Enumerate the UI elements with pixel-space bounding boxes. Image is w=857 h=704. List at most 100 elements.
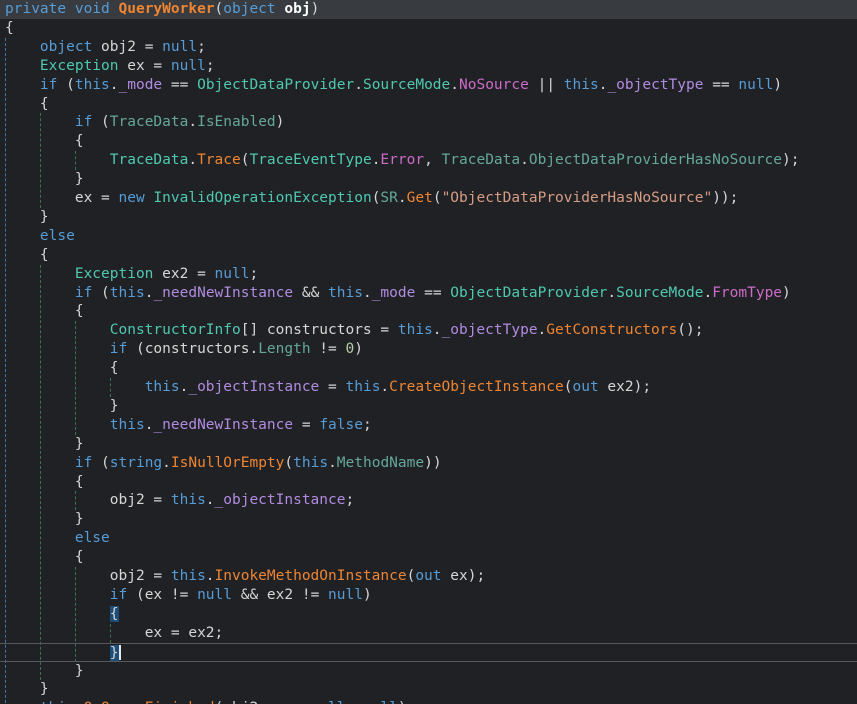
code-line[interactable]: Exception ex = null; bbox=[0, 57, 857, 76]
code-token-plain: ( bbox=[57, 77, 74, 93]
code-token-method: CreateObjectInstance bbox=[389, 379, 564, 395]
code-line[interactable]: ex = ex2; bbox=[0, 624, 857, 643]
code-line[interactable]: obj2 = this._objectInstance; bbox=[0, 491, 857, 510]
code-line[interactable]: { bbox=[0, 548, 857, 567]
code-token-plain: ex2); bbox=[599, 379, 651, 395]
code-line[interactable]: } bbox=[0, 643, 857, 662]
code-line[interactable]: else bbox=[0, 529, 857, 548]
code-token-plain: , bbox=[424, 152, 441, 168]
code-token-type: SourceMode bbox=[616, 285, 703, 301]
code-token-plain: ex = bbox=[75, 190, 119, 206]
code-line[interactable]: } bbox=[0, 170, 857, 189]
code-token-plain: ) bbox=[782, 285, 791, 301]
code-line[interactable]: } bbox=[0, 208, 857, 227]
code-line[interactable]: TraceData.Trace(TraceEventType.Error, Tr… bbox=[0, 151, 857, 170]
code-token-plain: != bbox=[311, 341, 346, 357]
code-line[interactable]: { bbox=[0, 473, 857, 492]
code-token-keyword: object bbox=[40, 39, 92, 55]
code-line[interactable]: { bbox=[0, 132, 857, 151]
code-token-keyword: if bbox=[75, 285, 92, 301]
code-token-field: _objectInstance bbox=[188, 379, 319, 395]
code-token-plain: { bbox=[5, 20, 14, 36]
code-line[interactable]: if (this._mode == ObjectDataProvider.Sou… bbox=[0, 76, 857, 95]
code-line[interactable]: } bbox=[0, 435, 857, 454]
indent-spaces bbox=[5, 152, 110, 168]
code-token-plain: . bbox=[398, 190, 407, 206]
code-token-keyword: this bbox=[398, 322, 433, 338]
code-line[interactable]: } bbox=[0, 680, 857, 699]
code-token-keyword: object bbox=[223, 1, 275, 17]
code-line[interactable]: private void QueryWorker(object obj) bbox=[0, 0, 857, 19]
code-line[interactable]: if (constructors.Length != 0) bbox=[0, 340, 857, 359]
code-line[interactable]: if (this._needNewInstance && this._mode … bbox=[0, 284, 857, 303]
indent-spaces bbox=[5, 322, 110, 338]
code-line[interactable]: ex = new InvalidOperationException(SR.Ge… bbox=[0, 189, 857, 208]
code-line[interactable]: this.OnQueryFinished(obj2, ex, null, nul… bbox=[0, 699, 857, 704]
code-token-keyword: this bbox=[145, 379, 180, 395]
code-token-plain: . bbox=[538, 322, 547, 338]
code-line[interactable]: } bbox=[0, 662, 857, 681]
code-line[interactable]: if (string.IsNullOrEmpty(this.MethodName… bbox=[0, 454, 857, 473]
code-line[interactable]: { bbox=[0, 19, 857, 38]
code-token-plain: (obj2, ex, bbox=[215, 700, 311, 704]
code-token-plain: ); bbox=[398, 700, 415, 704]
indent-spaces bbox=[5, 530, 75, 546]
code-token-plain: . bbox=[703, 285, 712, 301]
indent-spaces bbox=[5, 436, 75, 452]
code-line[interactable]: object obj2 = null; bbox=[0, 38, 857, 57]
indent-spaces bbox=[5, 114, 75, 130]
code-token-plain bbox=[110, 1, 119, 17]
code-line[interactable]: { bbox=[0, 605, 857, 624]
code-token-plain: ( bbox=[284, 455, 293, 471]
code-token-member: MethodName bbox=[337, 455, 424, 471]
code-token-plain: (constructors. bbox=[127, 341, 258, 357]
code-token-plain: ( bbox=[92, 114, 109, 130]
code-token-plain: ; bbox=[249, 266, 258, 282]
code-token-plain: ex = bbox=[119, 58, 171, 74]
code-line[interactable]: this._needNewInstance = false; bbox=[0, 416, 857, 435]
code-token-keyword: null bbox=[215, 266, 250, 282]
code-token-plain: } bbox=[40, 209, 49, 225]
code-line[interactable]: { bbox=[0, 246, 857, 265]
code-token-enum_member: NoSource bbox=[459, 77, 529, 93]
code-token-plain: )) bbox=[424, 455, 441, 471]
code-line[interactable]: if (TraceData.IsEnabled) bbox=[0, 113, 857, 132]
code-token-keyword: this bbox=[346, 379, 381, 395]
code-line[interactable]: } bbox=[0, 397, 857, 416]
code-token-keyword: null bbox=[311, 700, 346, 704]
indent-spaces bbox=[5, 568, 110, 584]
indent-spaces bbox=[5, 247, 40, 263]
code-line[interactable]: { bbox=[0, 359, 857, 378]
indent-spaces bbox=[5, 58, 40, 74]
code-line[interactable]: { bbox=[0, 95, 857, 114]
code-token-member: TraceData bbox=[110, 114, 189, 130]
code-token-plain: ( bbox=[92, 455, 109, 471]
code-line[interactable]: else bbox=[0, 227, 857, 246]
code-editor[interactable]: private void QueryWorker(object obj){ ob… bbox=[0, 0, 857, 704]
code-line[interactable]: obj2 = this.InvokeMethodOnInstance(out e… bbox=[0, 567, 857, 586]
code-token-method: Trace bbox=[197, 152, 241, 168]
code-line[interactable]: this._objectInstance = this.CreateObject… bbox=[0, 378, 857, 397]
indent-spaces bbox=[5, 190, 75, 206]
code-line[interactable]: } bbox=[0, 510, 857, 529]
code-token-plain: [] constructors = bbox=[241, 322, 398, 338]
code-token-type: TraceEventType bbox=[249, 152, 371, 168]
code-token-keyword: if bbox=[110, 587, 127, 603]
code-token-plain: ; bbox=[206, 58, 215, 74]
code-token-plain: . bbox=[110, 77, 119, 93]
code-line[interactable]: { bbox=[0, 302, 857, 321]
code-line[interactable]: ConstructorInfo[] constructors = this._o… bbox=[0, 321, 857, 340]
code-token-keyword: this bbox=[328, 285, 363, 301]
code-token-keyword: else bbox=[40, 228, 75, 244]
code-token-keyword: out bbox=[415, 568, 441, 584]
code-token-keyword: this bbox=[171, 492, 206, 508]
code-token-plain: } bbox=[75, 171, 84, 187]
code-token-plain: ) bbox=[311, 1, 320, 17]
code-token-field: _objectInstance bbox=[215, 492, 346, 508]
code-line[interactable]: if (ex != null && ex2 != null) bbox=[0, 586, 857, 605]
code-token-plain: . bbox=[520, 152, 529, 168]
code-line[interactable]: Exception ex2 = null; bbox=[0, 265, 857, 284]
code-token-plain: ) bbox=[276, 114, 285, 130]
indent-spaces bbox=[5, 209, 40, 225]
code-token-field: _mode bbox=[119, 77, 163, 93]
